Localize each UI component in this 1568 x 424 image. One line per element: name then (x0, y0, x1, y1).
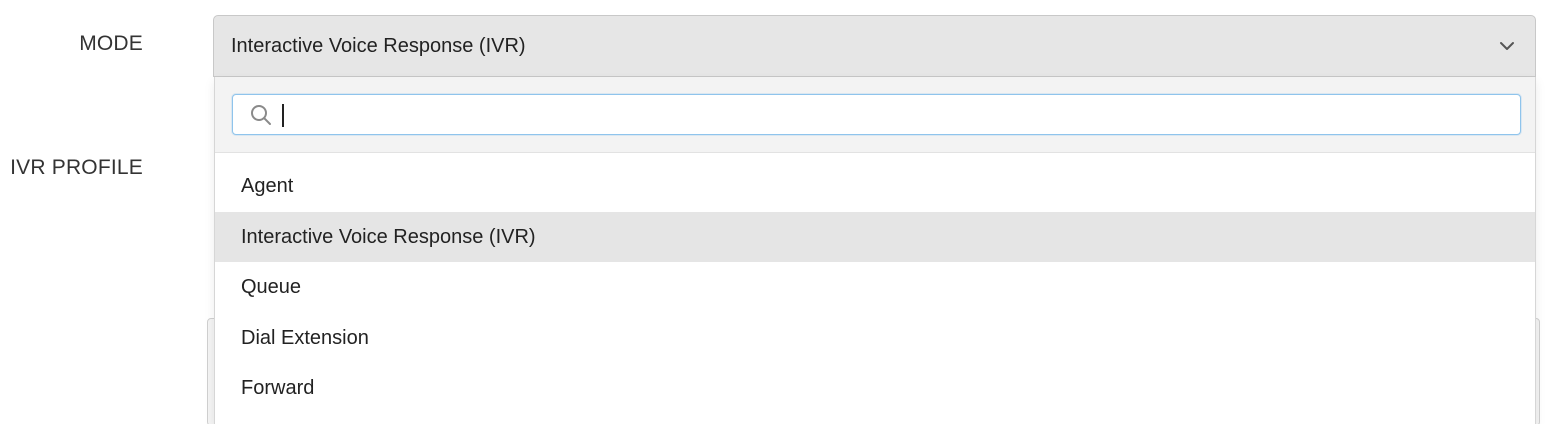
search-icon (249, 103, 273, 127)
option-forward[interactable]: Forward (215, 363, 1535, 414)
option-dial-extension[interactable]: Dial Extension (215, 313, 1535, 364)
dropdown-search-area (215, 77, 1535, 153)
mode-select[interactable]: Interactive Voice Response (IVR) (213, 15, 1536, 77)
text-caret (282, 104, 284, 127)
ivr-profile-label: IVR PROFILE (10, 156, 143, 179)
option-ivr[interactable]: Interactive Voice Response (IVR) (215, 211, 1535, 263)
option-queue[interactable]: Queue (215, 262, 1535, 313)
mode-select-value: Interactive Voice Response (IVR) (231, 35, 526, 57)
option-agent[interactable]: Agent (215, 161, 1535, 212)
chevron-down-icon[interactable] (1499, 38, 1515, 54)
dropdown-search-input[interactable] (281, 99, 1511, 130)
mode-dropdown: Agent Interactive Voice Response (IVR) Q… (214, 77, 1536, 424)
dropdown-options: Agent Interactive Voice Response (IVR) Q… (215, 161, 1535, 414)
mode-label: MODE (79, 32, 143, 55)
page: MODE IVR PROFILE Interactive Voice Respo… (0, 0, 1568, 424)
dropdown-search-box[interactable] (232, 94, 1521, 135)
